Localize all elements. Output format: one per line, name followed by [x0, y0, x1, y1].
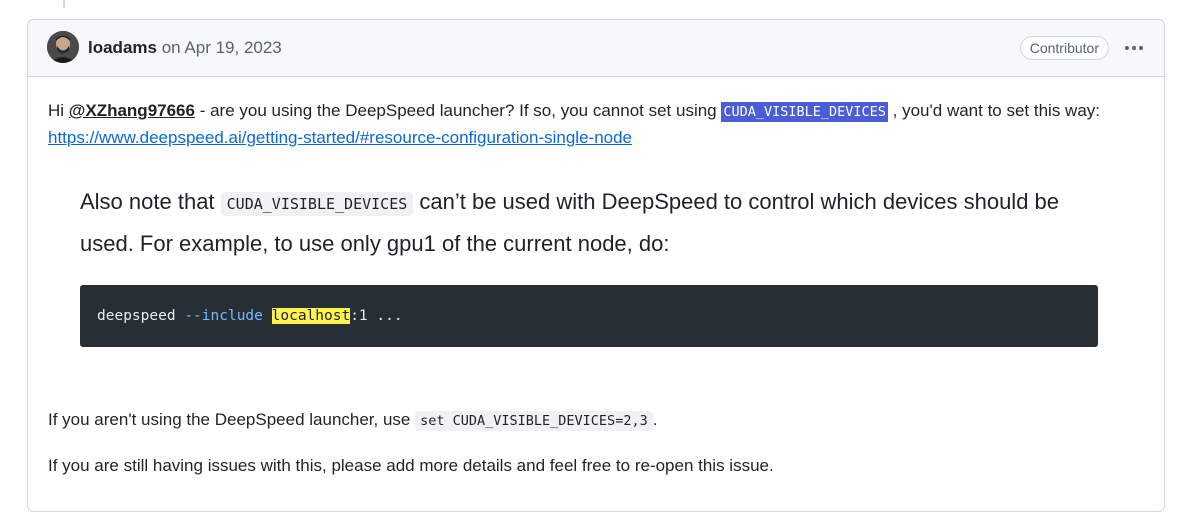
instruction-text: , you'd want to set this way: [887, 101, 1101, 120]
avatar[interactable] [47, 31, 79, 63]
timeline-line [63, 0, 65, 8]
period-text: . [652, 410, 658, 429]
code-rest: :1 ... [350, 308, 403, 324]
comment-box: loadams on Apr 19, 2023 Contributor Hi @… [27, 19, 1165, 512]
comment-date[interactable]: on Apr 19, 2023 [162, 38, 282, 57]
inline-code-env-var: CUDA_VISIBLE_DEVICES [721, 102, 888, 122]
code-highlight: localhost [271, 308, 351, 324]
author-line: loadams on Apr 19, 2023 [88, 37, 282, 59]
contributor-badge: Contributor [1019, 36, 1109, 60]
quote-text-1: Also note that [80, 189, 221, 214]
kebab-horizontal-icon [1125, 46, 1143, 50]
paragraph-followup: If you are still having issues with this… [48, 456, 774, 475]
avatar-image [47, 31, 79, 63]
paragraph-no-launcher: If you aren't using the DeepSpeed launch… [48, 407, 657, 434]
code-flag: --include [184, 308, 263, 324]
user-mention[interactable]: @XZhang97666 [69, 101, 195, 120]
paragraph-intro: Hi @XZhang97666 - are you using the Deep… [48, 98, 1148, 151]
code-command: deepspeed [97, 308, 176, 324]
more-options-button[interactable] [1120, 34, 1148, 62]
quote-inline-code: CUDA_VISIBLE_DEVICES [220, 192, 414, 216]
docs-link[interactable]: https://www.deepspeed.ai/getting-started… [48, 128, 632, 147]
quoted-note: Also note that CUDA_VISIBLE_DEVICES can’… [80, 182, 1100, 264]
author-link[interactable]: loadams [88, 38, 157, 57]
no-launcher-text: If you aren't using the DeepSpeed launch… [48, 410, 416, 429]
greeting-text: Hi [48, 101, 69, 120]
code-block: deepspeed --include localhost:1 ... [80, 285, 1098, 347]
set-command-code: set CUDA_VISIBLE_DEVICES=2,3 [415, 411, 653, 431]
comment-header: loadams on Apr 19, 2023 Contributor [28, 20, 1164, 77]
question-text: - are you using the DeepSpeed launcher? … [194, 101, 722, 120]
